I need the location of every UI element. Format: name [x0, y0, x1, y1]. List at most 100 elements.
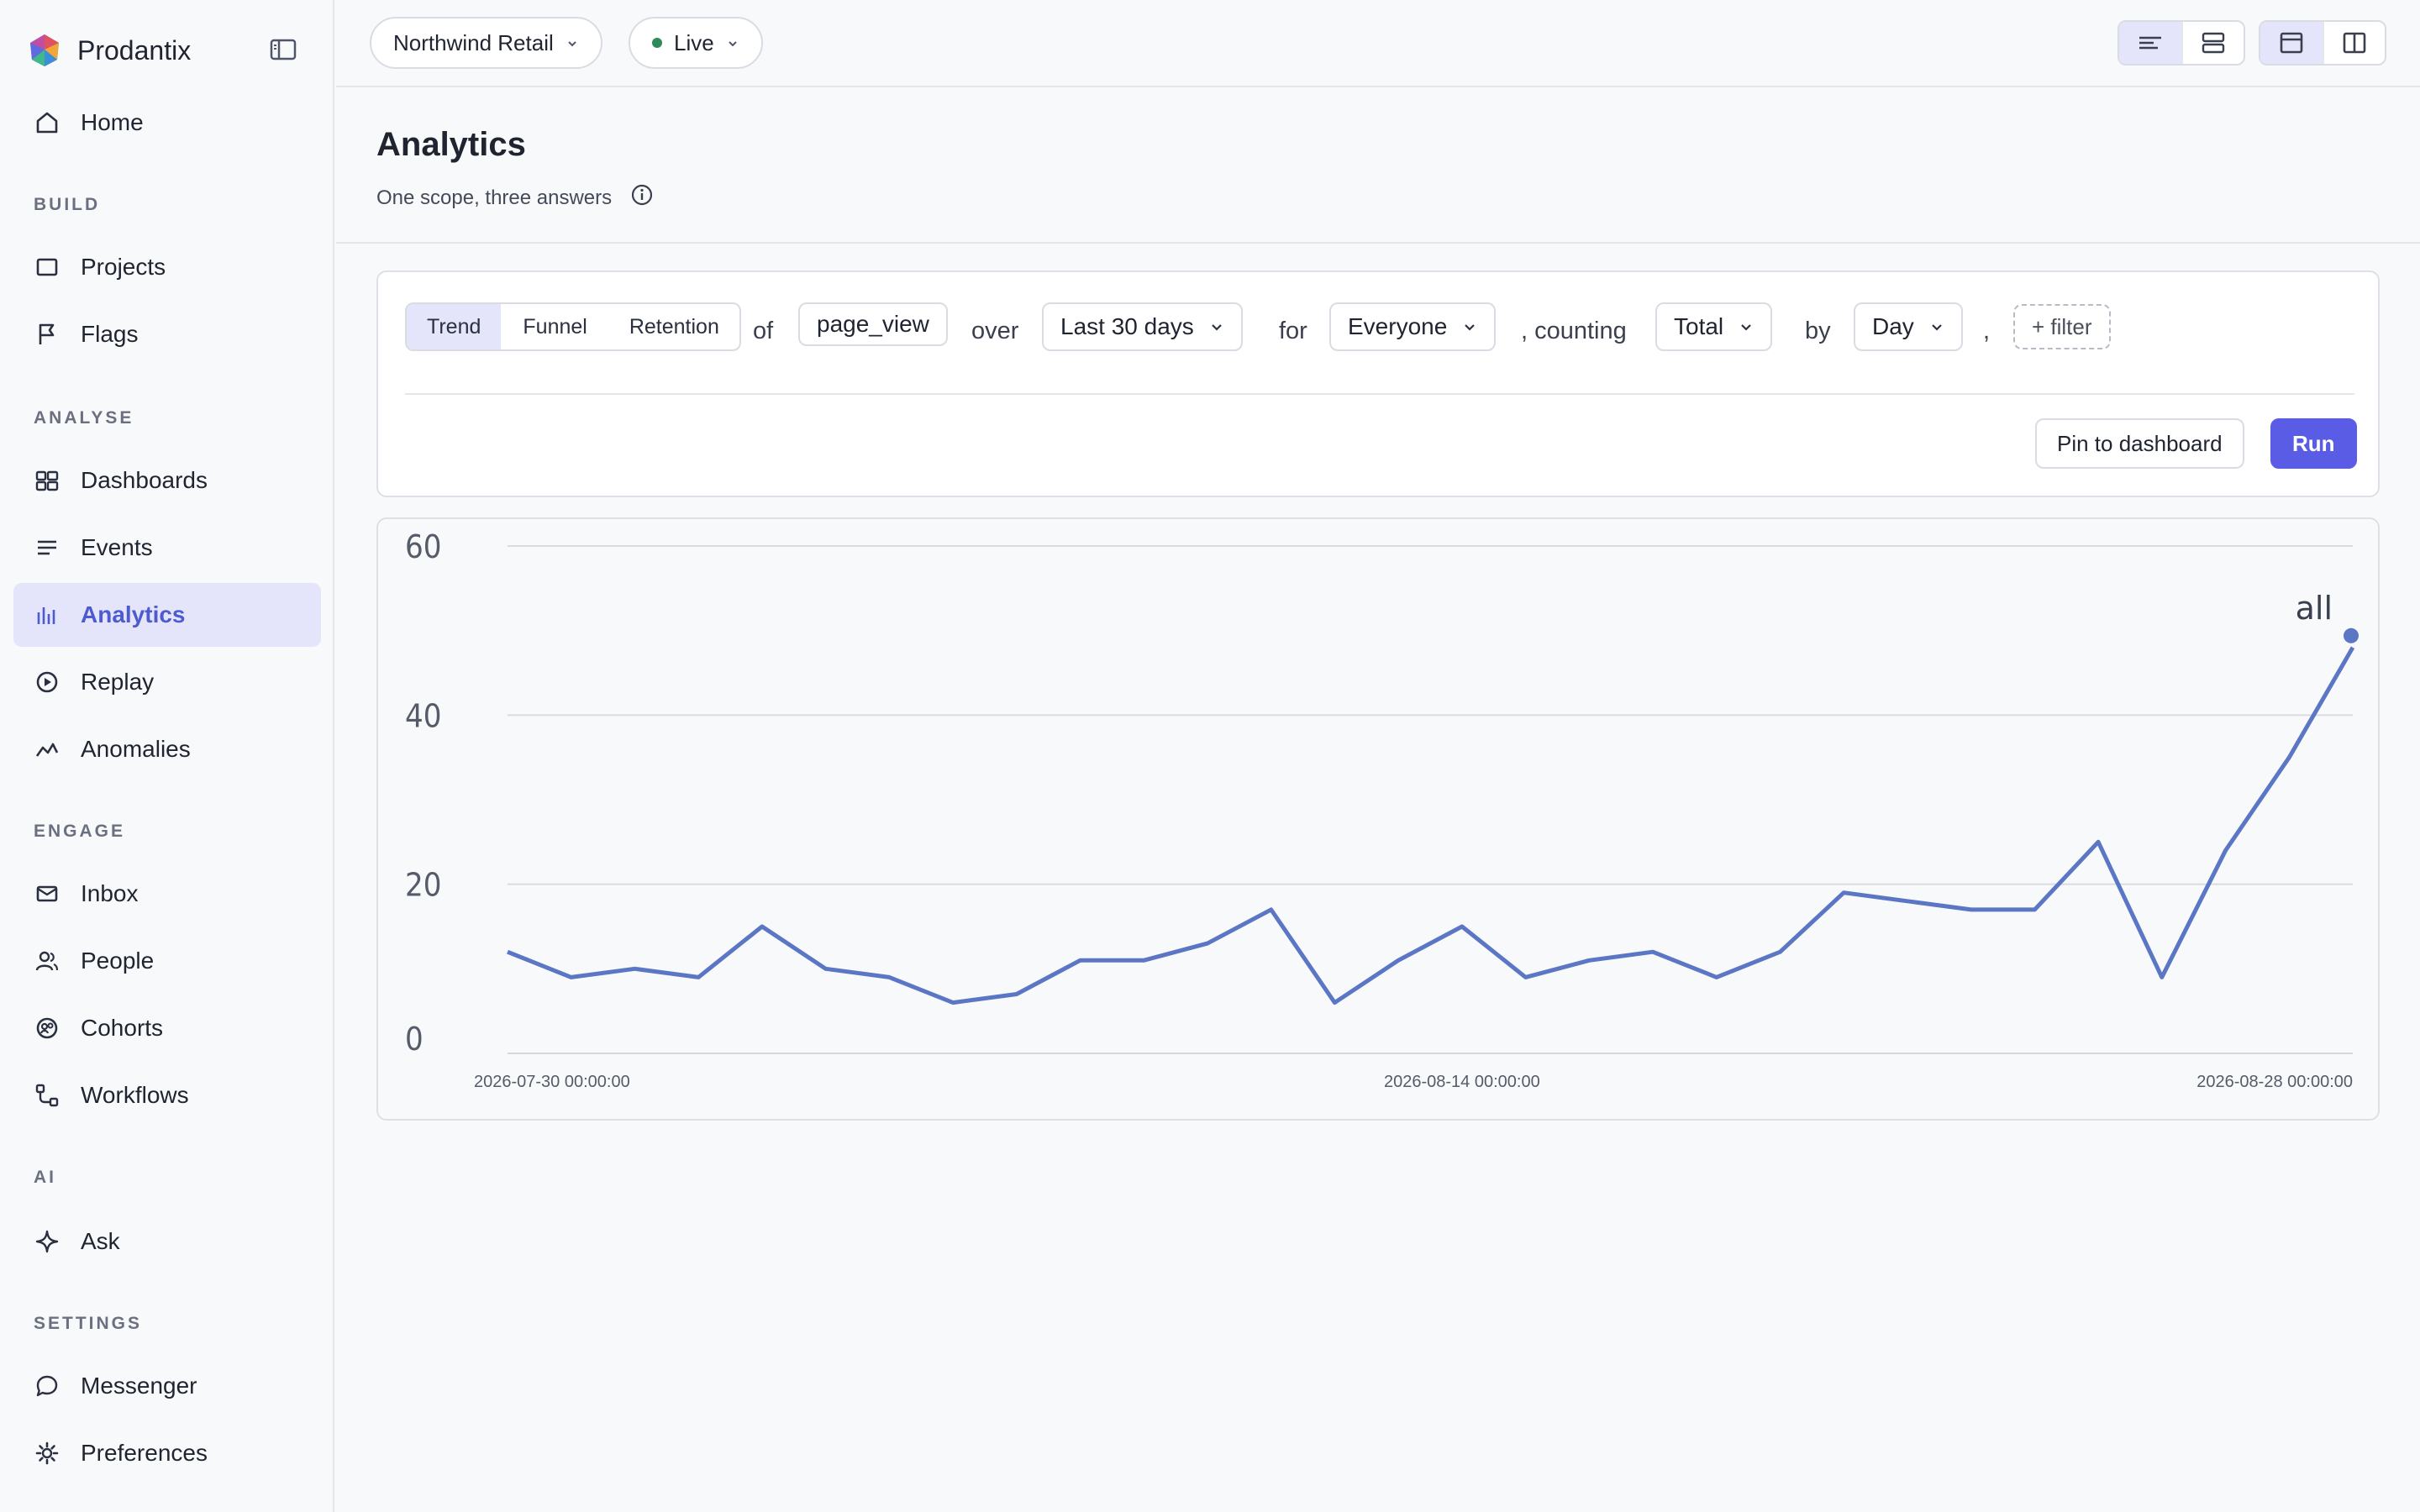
density-toggle: [2118, 20, 2245, 66]
play-circle-icon: [34, 669, 60, 696]
audience-select[interactable]: Everyone: [1329, 302, 1497, 351]
workflow-icon: [34, 1082, 60, 1109]
sidebar: Prodantix Home BUILD Projects Flags ANAL…: [0, 0, 334, 1512]
tab-trend[interactable]: Trend: [407, 304, 502, 349]
chevron-down-icon: [566, 30, 579, 56]
sidebar-item-cohorts[interactable]: Cohorts: [13, 996, 321, 1060]
connector-comma: ,: [1983, 318, 1991, 344]
square-icon: [34, 254, 60, 281]
brand[interactable]: Prodantix: [27, 32, 191, 69]
y-tick-label: 40: [405, 697, 442, 734]
sidebar-item-label: Replay: [81, 669, 155, 695]
analysis-type-tabs: Trend Funnel Retention: [405, 302, 741, 351]
chevron-down-icon: [726, 30, 739, 56]
split-layout-icon[interactable]: [2323, 22, 2385, 64]
sidebar-item-label: Home: [81, 109, 144, 135]
date-range-select[interactable]: Last 30 days: [1042, 302, 1243, 351]
sidebar-item-label: Ask: [81, 1228, 120, 1254]
trend-chart: 0 20 40 60 2026-07-30 00:00:00 2026-08-14 00:…: [376, 517, 2380, 1121]
sidebar-item-label: Messenger: [81, 1373, 197, 1399]
chevron-down-icon: [1462, 313, 1477, 340]
sidebar-item-messenger[interactable]: Messenger: [13, 1354, 321, 1418]
measure-value: Total: [1674, 313, 1724, 339]
sidebar-item-label: Anomalies: [81, 736, 191, 762]
sidebar-item-preferences[interactable]: Preferences: [13, 1421, 321, 1485]
page-subtitle-text: One scope, three answers: [376, 186, 613, 209]
section-label-engage: ENGAGE: [34, 822, 126, 841]
lines-icon: [34, 534, 60, 561]
compact-view-icon[interactable]: [2119, 22, 2181, 64]
page-title: Analytics: [376, 126, 526, 163]
sidebar-item-replay[interactable]: Replay: [13, 650, 321, 714]
section-label-ai: AI: [34, 1168, 56, 1187]
sidebar-item-analytics[interactable]: Analytics: [13, 583, 321, 647]
stacked-layout-icon[interactable]: [2260, 22, 2323, 64]
measure-select[interactable]: Total: [1655, 302, 1773, 351]
sidebar-item-dashboards[interactable]: Dashboards: [13, 449, 321, 512]
home-icon: [34, 109, 60, 136]
sidebar-item-home[interactable]: Home: [13, 91, 321, 155]
chevron-down-icon: [1929, 313, 1944, 340]
event-select[interactable]: page_view: [798, 302, 948, 346]
section-label-analyse: ANALYSE: [34, 408, 134, 428]
connector-for: for: [1279, 318, 1307, 344]
sidebar-item-events[interactable]: Events: [13, 516, 321, 580]
section-label-settings: SETTINGS: [34, 1314, 143, 1333]
sidebar-item-label: Flags: [81, 321, 139, 347]
trend-line-icon: [34, 736, 60, 763]
sidebar-item-workflows[interactable]: Workflows: [13, 1063, 321, 1127]
chevron-down-icon: [1739, 313, 1754, 340]
sidebar-item-label: Workflows: [81, 1082, 189, 1108]
event-name: page_view: [817, 311, 929, 337]
chevron-down-icon: [1209, 313, 1224, 340]
topbar: Northwind Retail Live: [336, 0, 2420, 87]
sidebar-item-projects[interactable]: Projects: [13, 235, 321, 299]
workspace-switcher[interactable]: Northwind Retail: [370, 17, 602, 69]
y-tick-label: 20: [405, 867, 442, 904]
flag-icon: [34, 321, 60, 348]
sidebar-item-label: Inbox: [81, 880, 139, 906]
tab-retention[interactable]: Retention: [608, 304, 739, 349]
builder-divider: [405, 393, 2354, 395]
sidebar-item-anomalies[interactable]: Anomalies: [13, 717, 321, 781]
sidebar-item-label: Dashboards: [81, 467, 208, 493]
y-tick-label: 0: [405, 1021, 424, 1058]
section-label-build: BUILD: [34, 195, 101, 214]
sidebar-item-label: Projects: [81, 254, 166, 280]
audience-value: Everyone: [1348, 313, 1448, 339]
add-filter-button[interactable]: + filter: [2013, 304, 2111, 349]
info-icon[interactable]: [630, 183, 654, 213]
layout-toggle: [2259, 20, 2386, 66]
environment-switcher[interactable]: Live: [629, 17, 763, 69]
series-label: all: [2296, 590, 2333, 627]
sparkle-icon: [34, 1228, 60, 1255]
connector-by: by: [1805, 318, 1831, 344]
gear-icon: [34, 1440, 60, 1467]
sidebar-item-ask[interactable]: Ask: [13, 1210, 321, 1273]
x-tick-label: 2026-08-28 00:00:00: [2196, 1073, 2353, 1091]
sidebar-item-label: Analytics: [81, 601, 186, 627]
people-icon: [34, 948, 60, 974]
sidebar-item-flags[interactable]: Flags: [13, 302, 321, 366]
interval-select[interactable]: Day: [1854, 302, 1963, 351]
sidebar-item-inbox[interactable]: Inbox: [13, 862, 321, 926]
tab-funnel[interactable]: Funnel: [501, 304, 607, 349]
comfortable-view-icon[interactable]: [2181, 22, 2244, 64]
x-tick-label: 2026-08-14 00:00:00: [1384, 1073, 1540, 1091]
run-button[interactable]: Run: [2270, 418, 2357, 469]
connector-over: over: [971, 318, 1019, 344]
brand-name: Prodantix: [77, 34, 192, 66]
trend-chart-svg: 0 20 40 60 2026-07-30 00:00:00 2026-08-14 00:…: [405, 528, 2359, 1091]
bar-chart-icon: [34, 601, 60, 628]
sidebar-item-people[interactable]: People: [13, 929, 321, 993]
series-endpoint: [2344, 627, 2359, 643]
workspace-name: Northwind Retail: [393, 29, 554, 55]
pin-to-dashboard-button[interactable]: Pin to dashboard: [2035, 418, 2244, 469]
header-divider: [336, 242, 2420, 244]
sidebar-toggle-icon[interactable]: [269, 35, 297, 64]
live-status-dot: [652, 38, 662, 48]
date-range-value: Last 30 days: [1060, 313, 1194, 339]
query-builder: Trend Funnel Retention of page_view over…: [376, 270, 2380, 497]
connector-counting: , counting: [1521, 318, 1627, 344]
connector-of: of: [753, 318, 774, 344]
